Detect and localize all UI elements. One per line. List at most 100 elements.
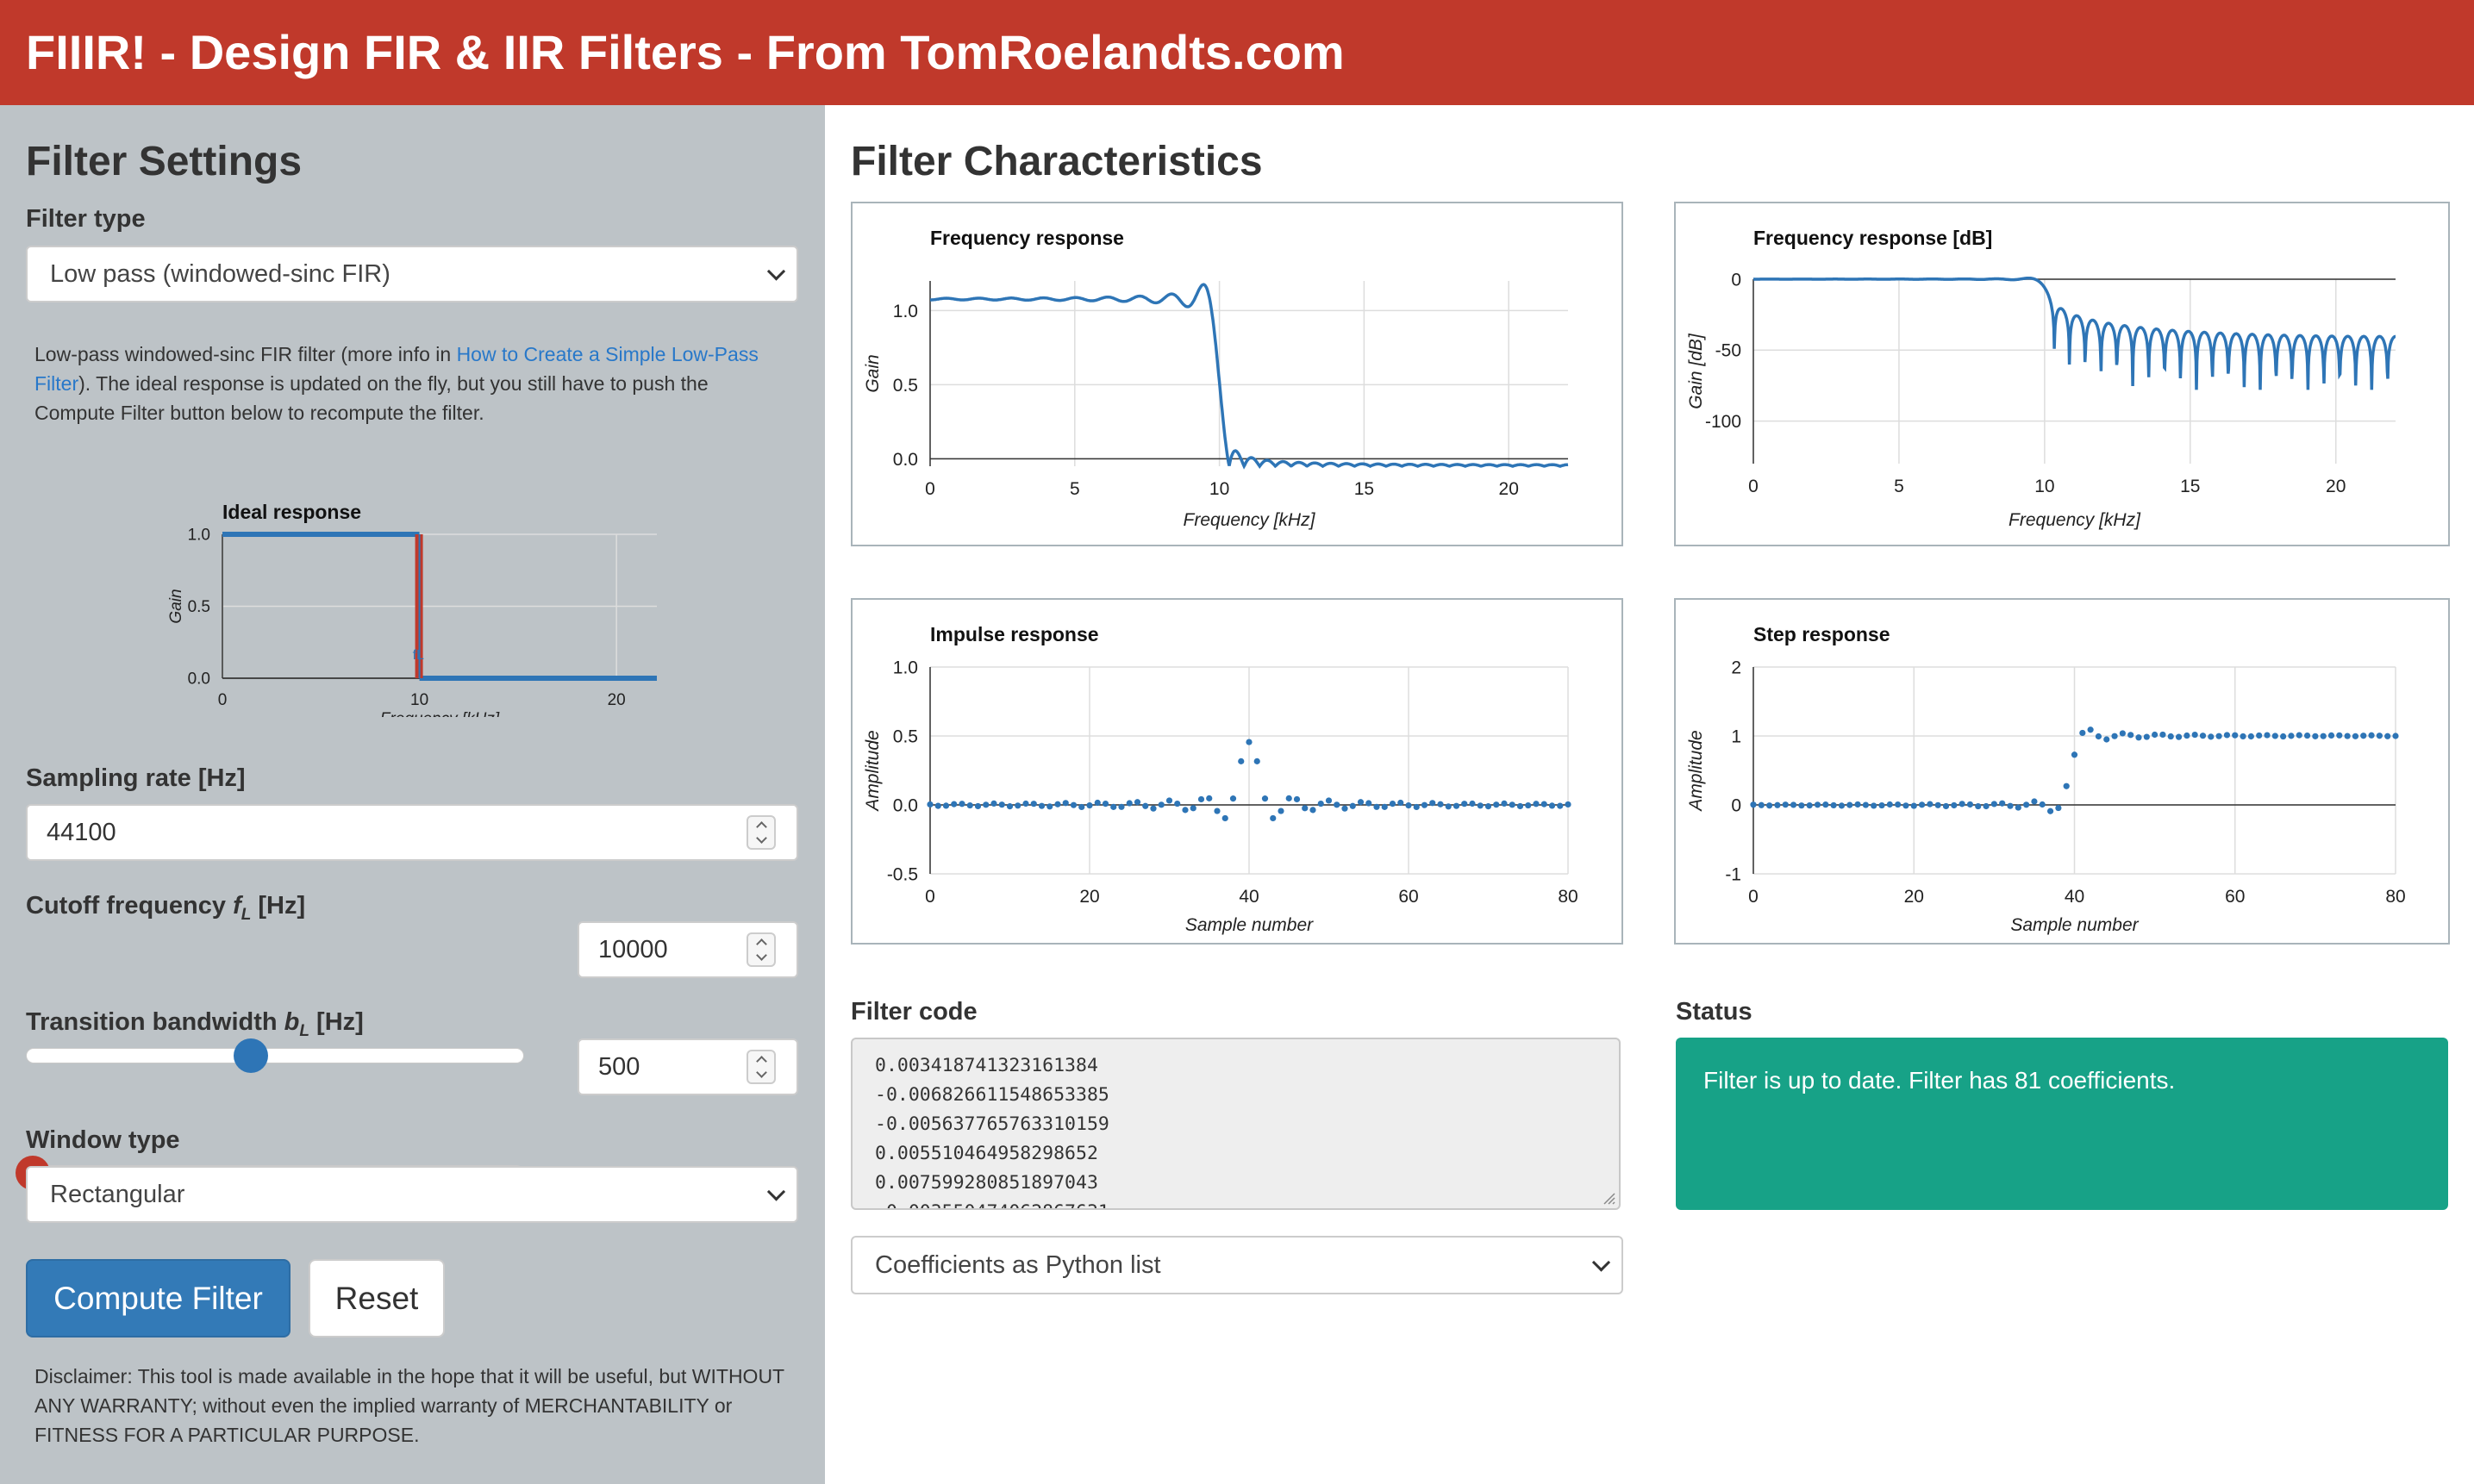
impulse-point (1134, 799, 1141, 806)
impulse-point (1221, 814, 1228, 822)
y-tick-label: 0 (1731, 795, 1741, 815)
step-response-panel: 0 20 40 60 80 -1 0 1 2 Step response Sample number… (1674, 598, 2450, 945)
window-type-value: Rectangular (50, 1180, 185, 1208)
sampling-rate-input[interactable]: 44100 (26, 804, 798, 861)
filter-code-text: 0.003418741323161384 -0.0068266115486533… (875, 1055, 1109, 1208)
impulse-point (1373, 803, 1380, 810)
impulse-point (1317, 800, 1324, 807)
impulse-response-chart: 0 20 40 60 80 -0.5 0.0 0.5 1.0 Impulse response Sa… (863, 623, 1578, 935)
app-title: FIIIR! - Design FIR & IIR Filters - From… (26, 25, 1345, 79)
impulse-point (1445, 803, 1452, 810)
transition-bandwidth-input[interactable]: 500 (578, 1038, 798, 1095)
step-point (2175, 733, 2183, 740)
step-point (2055, 804, 2062, 812)
step-point (2039, 801, 2046, 808)
step-point (2223, 732, 2231, 739)
step-point (2031, 798, 2038, 805)
impulse-point (1381, 803, 1388, 810)
cutoff-slider-thumb[interactable] (233, 1038, 268, 1073)
step-point (1942, 802, 1950, 810)
code-format-select[interactable]: Coefficients as Python list (851, 1236, 1623, 1294)
y-tick-label: -50 (1715, 341, 1741, 361)
status-label: Status (1676, 998, 1752, 1026)
resize-handle-icon[interactable] (1602, 1191, 1615, 1205)
filter-characteristics-panel: Filter Characteristics 0 5 10 15 20 0.0 0.5 1.0… (825, 105, 2474, 1484)
x-tick-label: 10 (410, 691, 428, 709)
cutoff-annotation: fL (413, 648, 424, 663)
x-tick-label: 5 (1070, 479, 1080, 499)
step-point (1959, 801, 1965, 807)
cutoff-spinner[interactable] (747, 932, 776, 967)
impulse-point (1509, 801, 1515, 808)
app-header: FIIIR! - Design FIR & IIR Filters - From… (0, 0, 2474, 105)
filter-code-textarea[interactable]: 0.003418741323161384 -0.0068266115486533… (851, 1038, 1621, 1210)
x-axis-label: Sample number (2010, 915, 2139, 935)
frequency-response-panel: 0 5 10 15 20 0.0 0.5 1.0 Frequency response Frequ… (851, 202, 1623, 546)
sampling-rate-spinner[interactable] (747, 815, 776, 850)
impulse-point (1110, 803, 1117, 810)
description-suffix: ). The ideal response is updated on the … (34, 372, 709, 424)
compute-filter-button[interactable]: Compute Filter (26, 1259, 291, 1337)
impulse-point (1484, 803, 1492, 810)
step-point (1774, 801, 1781, 808)
step-point (2320, 733, 2327, 739)
impulse-point (1126, 800, 1133, 807)
step-point (1846, 801, 1853, 808)
y-tick-label: 2 (1731, 658, 1741, 677)
step-point (2007, 802, 2014, 809)
impulse-point (1015, 802, 1021, 809)
y-tick-label: -1 (1725, 864, 1741, 884)
step-point (2167, 733, 2174, 740)
window-type-select[interactable]: Rectangular (26, 1166, 798, 1223)
impulse-point (1086, 801, 1093, 809)
cutoff-slider-track[interactable] (26, 1048, 524, 1063)
step-point (1806, 802, 1813, 809)
reset-button[interactable]: Reset (309, 1259, 445, 1337)
filter-type-select[interactable]: Low pass (windowed-sinc FIR) (26, 246, 798, 302)
x-tick-label: 0 (925, 479, 935, 499)
step-point (1966, 801, 1974, 808)
impulse-point (1469, 800, 1476, 807)
impulse-point (1461, 801, 1468, 807)
step-point (2288, 733, 2295, 739)
impulse-point (1078, 803, 1085, 811)
step-point (2111, 733, 2118, 739)
step-point (2215, 733, 2222, 739)
impulse-point (1309, 807, 1316, 814)
frequency-response-line (930, 283, 1569, 470)
sampling-rate-label: Sampling rate [Hz] (26, 764, 246, 792)
impulse-point (1302, 805, 1309, 812)
impulse-point (974, 802, 982, 810)
impulse-point (1182, 807, 1189, 814)
x-tick-label: 60 (2225, 887, 2245, 907)
x-tick-label: 20 (608, 691, 626, 709)
impulse-point (1437, 801, 1444, 807)
cutoff-frequency-input[interactable]: 10000 (578, 921, 798, 978)
step-point (2208, 733, 2215, 740)
impulse-point (966, 801, 973, 809)
transition-spinner[interactable] (747, 1050, 776, 1084)
y-tick-label: -0.5 (887, 864, 918, 884)
y-tick-label: 1 (1731, 726, 1741, 746)
step-point (1822, 801, 1829, 808)
y-tick-label: 1.0 (893, 302, 918, 321)
x-tick-label: 0 (218, 691, 228, 709)
step-point (1814, 801, 1821, 808)
step-point (1790, 801, 1797, 808)
impulse-point (1548, 802, 1556, 809)
y-axis-label: Amplitude (1686, 730, 1706, 812)
cutoff-frequency-label: Cutoff frequency fL [Hz] (26, 892, 306, 924)
status-text: Filter is up to date. Filter has 81 coef… (1703, 1067, 2176, 1094)
impulse-point (1516, 802, 1524, 810)
x-axis-label: Frequency [kHz] (1184, 510, 1316, 530)
x-axis-label: Sample number (1185, 915, 1314, 935)
impulse-point (1190, 805, 1196, 812)
description-prefix: Low-pass windowed-sinc FIR filter (more … (34, 343, 457, 365)
impulse-point (1062, 800, 1069, 807)
step-point (1918, 801, 1926, 808)
impulse-point (1413, 803, 1420, 811)
step-point (1758, 801, 1765, 808)
impulse-point (1293, 795, 1301, 803)
step-point (2240, 733, 2246, 740)
impulse-point (1197, 795, 1205, 803)
